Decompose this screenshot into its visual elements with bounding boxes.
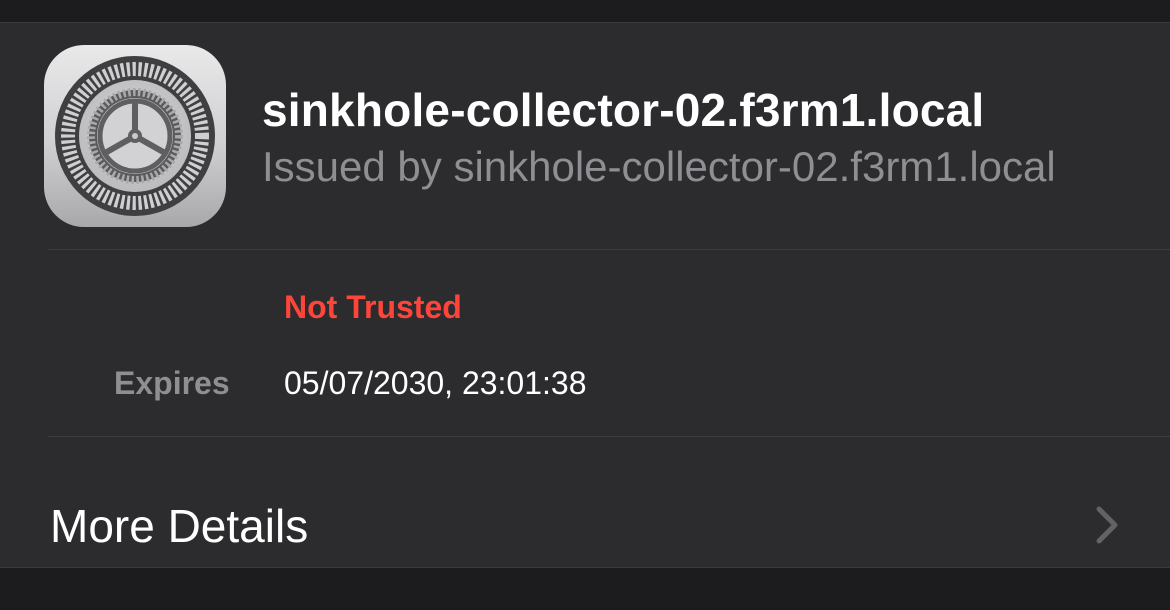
more-details-label: More Details bbox=[50, 500, 309, 552]
certificate-card: sinkhole-collector-02.f3rm1.local Issued… bbox=[0, 22, 1170, 568]
expires-value: 05/07/2030, 23:01:38 bbox=[284, 365, 587, 401]
divider bbox=[48, 249, 1170, 250]
more-details-row[interactable]: More Details bbox=[0, 437, 1170, 568]
expires-label: Expires bbox=[114, 365, 230, 401]
trust-status: Not Trusted bbox=[284, 289, 462, 325]
chevron-right-icon bbox=[1096, 506, 1118, 544]
bottom-background bbox=[0, 568, 1170, 610]
settings-gear-icon bbox=[44, 45, 226, 227]
certificate-title: sinkhole-collector-02.f3rm1.local bbox=[262, 84, 985, 136]
top-background bbox=[0, 0, 1170, 22]
certificate-issuer: Issued by sinkhole-collector-02.f3rm1.lo… bbox=[262, 143, 1056, 190]
